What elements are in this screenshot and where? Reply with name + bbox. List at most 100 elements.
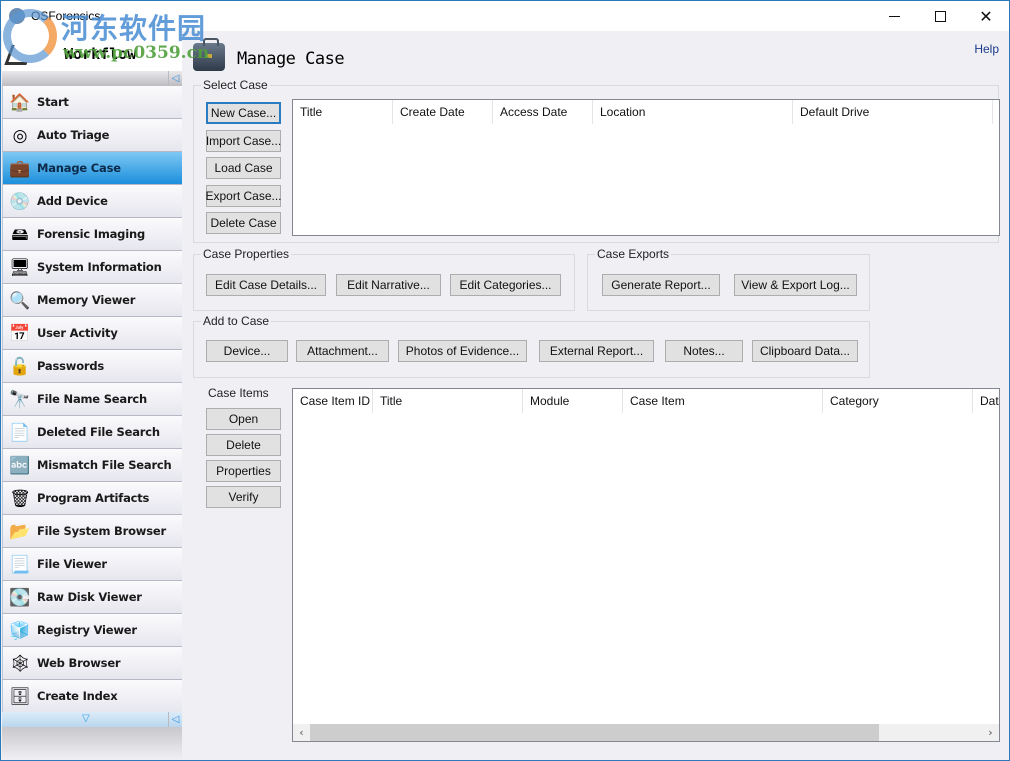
sidebar-item-start[interactable]: 🏠 Start <box>2 86 182 119</box>
column-header-category[interactable]: Category <box>823 389 973 413</box>
sidebar-footer <box>2 727 182 760</box>
column-header-case-item[interactable]: Case Item <box>623 389 823 413</box>
case-list[interactable]: Title Create Date Access Date Location D… <box>292 99 1000 236</box>
title-bar: OSForensics ✕ <box>1 1 1009 31</box>
load-case-button[interactable]: Load Case <box>206 157 281 179</box>
add-notes-button[interactable]: Notes... <box>665 340 743 362</box>
sidebar-item-registry-viewer[interactable]: 🧊 Registry Viewer <box>2 614 182 647</box>
edit-narrative-button[interactable]: Edit Narrative... <box>336 274 441 296</box>
column-header-create-date[interactable]: Create Date <box>393 100 493 124</box>
item-properties-button[interactable]: Properties <box>206 460 281 482</box>
column-header-access-date[interactable]: Access Date <box>493 100 593 124</box>
add-clipboard-data-button[interactable]: Clipboard Data... <box>752 340 858 362</box>
column-header-module[interactable]: Module <box>523 389 623 413</box>
registry-icon: 🧊 <box>9 620 31 640</box>
briefcase-icon <box>193 38 225 71</box>
new-case-button[interactable]: New Case... <box>206 102 281 124</box>
sidebar-item-label: Add Device <box>37 194 108 208</box>
page-title: Manage Case <box>237 49 345 69</box>
sidebar-item-file-name-search[interactable]: 🔭 File Name Search <box>2 383 182 416</box>
recycle-bin-icon: 🗑 <box>9 488 31 508</box>
sidebar-item-memory-viewer[interactable]: 🔍 Memory Viewer <box>2 284 182 317</box>
sidebar-item-file-system-browser[interactable]: 📂 File System Browser <box>2 515 182 548</box>
workflow-header: Workflow <box>2 31 182 71</box>
sidebar-scroll-down-strip[interactable]: ▽ ◁ <box>2 712 182 727</box>
case-properties-label: Case Properties <box>201 247 292 261</box>
horizontal-scrollbar[interactable]: ‹ › <box>293 724 999 741</box>
add-attachment-button[interactable]: Attachment... <box>296 340 389 362</box>
app-logo-icon <box>9 8 25 24</box>
sidebar-item-label: File Viewer <box>37 557 107 571</box>
sidebar-item-raw-disk-viewer[interactable]: 💽 Raw Disk Viewer <box>2 581 182 614</box>
main-panel: Manage Case Help Select Case New Case...… <box>183 31 1009 760</box>
view-export-log-button[interactable]: View & Export Log... <box>734 274 857 296</box>
column-header-default-drive[interactable]: Default Drive <box>793 100 993 124</box>
minimize-button[interactable] <box>871 1 917 31</box>
chevron-right-icon: › <box>988 726 993 739</box>
sidebar-item-program-artifacts[interactable]: 🗑 Program Artifacts <box>2 482 182 515</box>
disc-drive-icon: 💿 <box>9 191 31 211</box>
scroll-left-button[interactable]: ‹ <box>293 724 310 741</box>
edit-categories-button[interactable]: Edit Categories... <box>450 274 561 296</box>
sidebar-item-system-information[interactable]: 🖥 System Information <box>2 251 182 284</box>
scroll-right-button[interactable]: › <box>982 724 999 741</box>
window-title: OSForensics <box>31 9 101 23</box>
sidebar-item-auto-triage[interactable]: ◎ Auto Triage <box>2 119 182 152</box>
add-device-button[interactable]: Device... <box>206 340 288 362</box>
open-item-button[interactable]: Open <box>206 408 281 430</box>
close-button[interactable]: ✕ <box>963 1 1009 31</box>
disk-search-icon: 💽 <box>9 587 31 607</box>
export-case-button[interactable]: Export Case... <box>205 185 282 207</box>
edit-case-details-button[interactable]: Edit Case Details... <box>206 274 326 296</box>
case-items-header: Case Item ID Title Module Case Item Cate… <box>293 389 999 413</box>
sidebar-item-label: Registry Viewer <box>37 623 137 637</box>
sidebar-item-add-device[interactable]: 💿 Add Device <box>2 185 182 218</box>
column-header-title[interactable]: Title <box>293 100 393 124</box>
sidebar-item-label: Auto Triage <box>37 128 110 142</box>
maximize-button[interactable] <box>917 1 963 31</box>
sidebar-item-label: Program Artifacts <box>37 491 150 505</box>
sidebar-item-passwords[interactable]: 🔓 Passwords <box>2 350 182 383</box>
case-items-list[interactable]: Case Item ID Title Module Case Item Cate… <box>292 388 1000 742</box>
sidebar-item-label: Create Index <box>37 689 118 703</box>
add-photos-of-evidence-button[interactable]: Photos of Evidence... <box>398 340 527 362</box>
column-header-location[interactable]: Location <box>593 100 793 124</box>
triangle-down-icon: ▽ <box>82 713 90 724</box>
sidebar-item-web-browser[interactable]: 🕸 Web Browser <box>2 647 182 680</box>
scrollbar-thumb[interactable] <box>310 724 879 741</box>
case-list-header: Title Create Date Access Date Location D… <box>293 100 999 124</box>
sidebar-item-label: Web Browser <box>37 656 121 670</box>
workflow-icon <box>4 45 34 65</box>
delete-case-button[interactable]: Delete Case <box>206 212 281 234</box>
sidebar-item-label: Start <box>37 95 69 109</box>
sidebar-item-create-index[interactable]: 🗄 Create Index <box>2 680 182 713</box>
sidebar-item-deleted-file-search[interactable]: 📄 Deleted File Search <box>2 416 182 449</box>
column-header-title[interactable]: Title <box>373 389 523 413</box>
help-link[interactable]: Help <box>974 42 999 56</box>
column-header-date[interactable]: Dat <box>973 389 999 413</box>
triangle-left-icon: ◁ <box>171 73 180 84</box>
binoculars-icon: 🔭 <box>9 389 31 409</box>
sidebar-item-manage-case[interactable]: 💼 Manage Case <box>2 152 182 185</box>
delete-item-button[interactable]: Delete <box>206 434 281 456</box>
sidebar-item-user-activity[interactable]: 📅 User Activity <box>2 317 182 350</box>
collapse-sidebar-button[interactable]: ◁ <box>168 71 182 86</box>
sidebar-item-mismatch-file-search[interactable]: 🔤 Mismatch File Search <box>2 449 182 482</box>
house-icon: 🏠 <box>9 92 31 112</box>
generate-report-button[interactable]: Generate Report... <box>602 274 720 296</box>
scroll-down-button[interactable]: ▽ <box>82 713 90 724</box>
column-header-case-item-id[interactable]: Case Item ID <box>293 389 373 413</box>
index-icon: 🗄 <box>9 686 31 706</box>
case-items-label: Case Items <box>208 386 269 400</box>
drive-add-icon: 🖴 <box>11 224 29 244</box>
memory-magnifier-icon: 🔍 <box>9 290 31 310</box>
sidebar-item-file-viewer[interactable]: 📃 File Viewer <box>2 548 182 581</box>
verify-item-button[interactable]: Verify <box>206 486 281 508</box>
minimize-icon <box>888 15 900 17</box>
spider-web-icon: 🕸 <box>9 653 31 673</box>
import-case-button[interactable]: Import Case... <box>206 130 281 152</box>
sidebar-item-forensic-imaging[interactable]: 🖴 Forensic Imaging <box>2 218 182 251</box>
add-external-report-button[interactable]: External Report... <box>539 340 654 362</box>
collapse-sidebar-button-bottom[interactable]: ◁ <box>168 712 182 727</box>
sidebar-scroll-up-strip[interactable]: ◁ <box>2 71 182 86</box>
